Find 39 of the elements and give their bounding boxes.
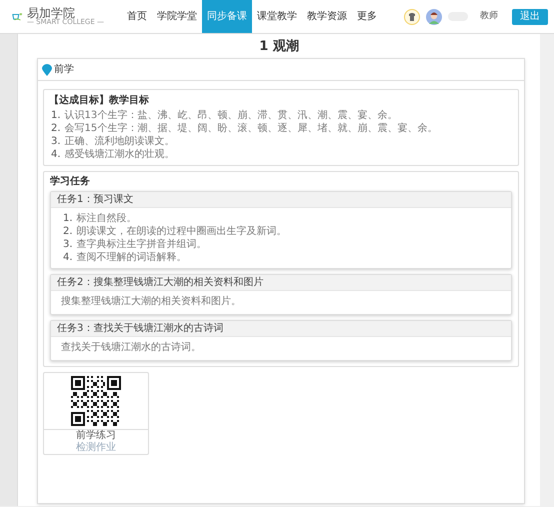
user-role: 教师 xyxy=(480,10,498,23)
nav-tab[interactable]: 课堂教学 xyxy=(252,0,302,33)
list-item-text: 朗读课文，在朗读的过程中圈画出生字及新词。 xyxy=(76,225,287,238)
task-title: 任务2：搜集整理钱塘江大潮的相关资料和图片 xyxy=(51,275,511,291)
logo-text: 易加学院 xyxy=(26,7,75,19)
section-title: 前学 xyxy=(54,63,74,77)
qr-code-icon xyxy=(71,376,121,426)
tasks-heading: 学习任务 xyxy=(50,175,91,189)
nav-tab[interactable]: 教学资源 xyxy=(302,0,352,33)
goals-heading: 【达成目标】教学目标 xyxy=(49,94,150,108)
pin-icon xyxy=(42,64,52,76)
task-description: 搜集整理钱塘江大潮的相关资料和图片。 xyxy=(61,295,242,309)
list-number: 1. xyxy=(51,109,61,122)
list-number: 4. xyxy=(51,148,61,161)
list-item-text: 查阅不理解的词语解释。 xyxy=(76,251,187,264)
list-number: 1. xyxy=(63,212,73,225)
list-item-text: 正确、流利地朗读课文。 xyxy=(64,135,175,148)
nav-tab[interactable]: 首页 xyxy=(122,0,152,33)
task-title: 任务3：查找关于钱塘江潮水的古诗词 xyxy=(51,321,511,337)
list-item-text: 查字典标注生字拼音并组词。 xyxy=(76,238,207,251)
list-number: 4. xyxy=(63,251,73,264)
avatar-icon[interactable] xyxy=(426,8,442,24)
exercise-card[interactable]: 前学练习 检测作业 xyxy=(43,372,149,455)
exercise-subtitle: 检测作业 xyxy=(76,442,116,454)
exercise-title: 前学练习 xyxy=(76,430,116,442)
shirt-icon[interactable] xyxy=(404,8,420,24)
list-item-text: 感受钱塘江潮水的壮观。 xyxy=(64,148,175,161)
list-number: 2. xyxy=(63,225,73,238)
task-title: 任务1：预习课文 xyxy=(51,192,511,208)
task-description: 查找关于钱塘江潮水的古诗词。 xyxy=(61,341,202,355)
nav-tab[interactable]: 学院学堂 xyxy=(152,0,202,33)
list-number: 3. xyxy=(63,238,73,251)
list-item-text: 认识13个生字：盐、沸、屹、昂、顿、崩、滞、贯、汛、潮、震、宴、余。 xyxy=(64,109,398,122)
list-number: 2. xyxy=(51,122,61,135)
list-item-text: 标注自然段。 xyxy=(76,212,137,225)
page-title: 1 观潮 xyxy=(258,38,300,56)
list-item-text: 会写15个生字：潮、据、堤、阔、盼、滚、顿、逐、犀、堵、就、崩、震、宴、余。 xyxy=(64,122,438,135)
nav-tab[interactable]: 更多 xyxy=(352,0,382,33)
list-number: 3. xyxy=(51,135,61,148)
